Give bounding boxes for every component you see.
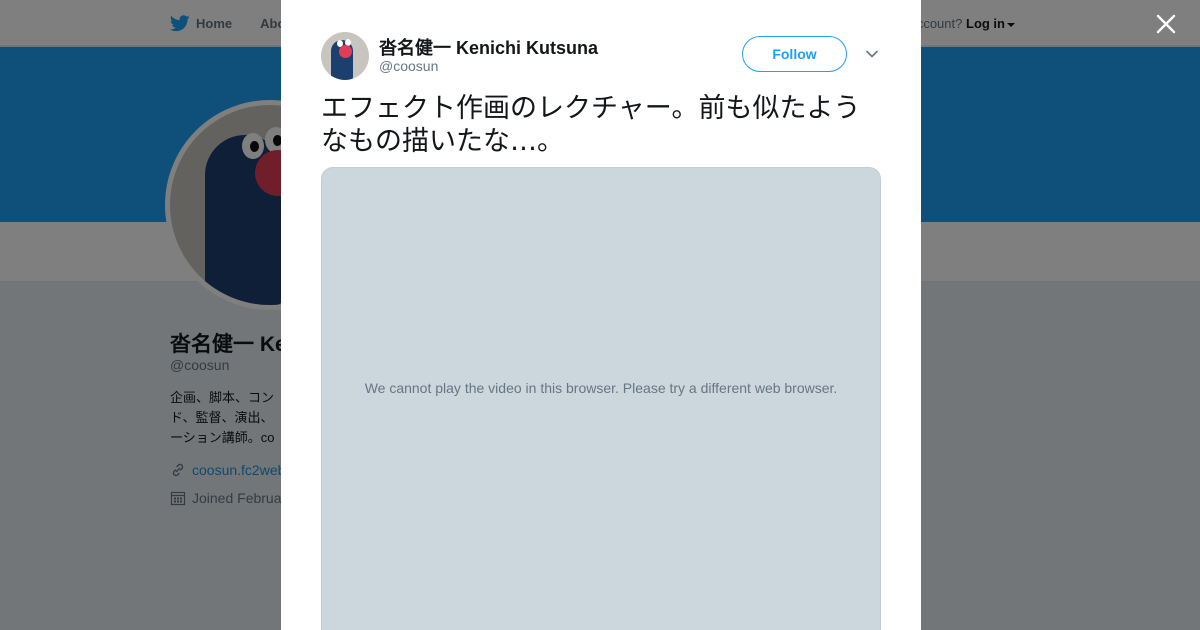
tweet-author-avatar[interactable] <box>321 32 369 80</box>
tweet-author-handle[interactable]: @coosun <box>379 58 438 74</box>
close-icon[interactable] <box>1152 10 1180 38</box>
video-unsupported-message: We cannot play the video in this browser… <box>364 380 838 396</box>
chevron-down-icon[interactable] <box>865 47 879 61</box>
tweet-modal: 沓名健一 Kenichi Kutsuna @coosun Follow エフェク… <box>281 0 921 630</box>
tweet-text: エフェクト作画のレクチャー。前も似たようなもの描いたな…。 <box>321 93 861 157</box>
puppet-mouth <box>339 45 352 58</box>
follow-button[interactable]: Follow <box>742 36 847 72</box>
tweet-author-name[interactable]: 沓名健一 Kenichi Kutsuna <box>379 34 598 60</box>
video-player[interactable]: We cannot play the video in this browser… <box>321 167 881 630</box>
